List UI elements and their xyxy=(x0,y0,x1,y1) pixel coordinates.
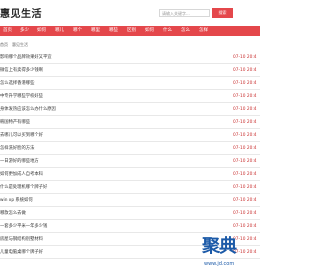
list-item[interactable]: 怎么选择香港哪些 07-10 20:4 xyxy=(0,77,260,90)
nav-item-home[interactable]: 首页 xyxy=(3,26,12,36)
list-item-date: 07-10 20:4 xyxy=(233,146,257,151)
list-item-date: 07-10 20:4 xyxy=(233,224,257,229)
nav-item[interactable]: 区别 xyxy=(127,26,136,36)
nav-item[interactable]: 哪个 xyxy=(73,26,82,36)
list-item[interactable]: 什么是处理机哪个牌子好 07-10 20:4 xyxy=(0,181,260,194)
list-item-title[interactable]: 哪款怎么去做 xyxy=(0,208,26,219)
list-item-title[interactable]: 什么是处理机哪个牌子好 xyxy=(0,182,47,193)
watermark-logo: 聚典 www.jd.com xyxy=(200,236,260,272)
list-item-title[interactable]: 中专升学哪些学校好些 xyxy=(0,91,43,102)
list-item[interactable]: 哪款怎么去做 07-10 20:4 xyxy=(0,207,260,220)
list-item-date: 07-10 20:4 xyxy=(233,94,257,99)
list-item-date: 07-10 20:4 xyxy=(233,159,257,164)
list-item-date: 07-10 20:4 xyxy=(233,107,257,112)
list-item-date: 07-10 20:4 xyxy=(233,81,257,86)
list-item-date: 07-10 20:4 xyxy=(233,133,257,138)
nav-item[interactable]: 哪儿 xyxy=(55,26,64,36)
watermark-text: 聚典 xyxy=(202,236,237,257)
nav-item[interactable]: 如何 xyxy=(145,26,154,36)
nav-item[interactable]: 什么 xyxy=(163,26,172,36)
site-logo[interactable]: 惠见生活 xyxy=(0,5,42,20)
list-item-title[interactable]: 身体发热应该怎么办什么原因 xyxy=(0,104,56,115)
list-item[interactable]: 中专升学哪些学校好些 07-10 20:4 xyxy=(0,90,260,103)
nav-item[interactable]: 哪些 xyxy=(109,26,118,36)
list-item[interactable]: 去哪儿可以买到哪个好 07-10 20:4 xyxy=(0,129,260,142)
list-item-date: 07-10 20:4 xyxy=(233,185,257,190)
list-item-date: 07-10 20:4 xyxy=(233,120,257,125)
list-item[interactable]: 一套多少平米一年多少钱 07-10 20:4 xyxy=(0,220,260,233)
search-input[interactable]: 请输入关键字... xyxy=(159,9,210,17)
list-item[interactable]: 微信上有卖得多少钱啊 07-10 20:4 xyxy=(0,64,260,77)
list-item-title[interactable]: 韩国特产有哪些 xyxy=(0,117,30,128)
list-item-title[interactable]: win xp 系统如何 xyxy=(0,195,33,206)
list-item-title[interactable]: 房屋与钢结构别墅材料 xyxy=(0,234,43,245)
nav-item[interactable]: 多少 xyxy=(20,26,29,36)
nav-item[interactable]: 怎样 xyxy=(199,26,208,36)
list-item-date: 07-10 20:4 xyxy=(233,172,257,177)
list-item-title[interactable]: 一日游好的哪些地方 xyxy=(0,156,39,167)
list-item-title[interactable]: 微信上有卖得多少钱啊 xyxy=(0,65,43,76)
list-item-title[interactable]: 一套多少平米一年多少钱 xyxy=(0,221,47,232)
list-item-title[interactable]: 儿童电脑桌哪个牌子好 xyxy=(0,247,43,258)
breadcrumb-current[interactable]: 惠见生活 xyxy=(12,40,28,50)
list-item-title[interactable]: 怎样洗好脸的方法 xyxy=(0,143,34,154)
main-nav: 首页 多少 如何 哪儿 哪个 哪里 哪些 区别 如何 什么 怎么 怎样 xyxy=(0,26,260,36)
list-item[interactable]: 韩国特产有哪些 07-10 20:4 xyxy=(0,116,260,129)
list-item-title[interactable]: 影响哪个品牌效果好又平宜 xyxy=(0,52,52,63)
list-item-title[interactable]: 怎么选择香港哪些 xyxy=(0,78,34,89)
list-item-title[interactable]: 去哪儿可以买到哪个好 xyxy=(0,130,43,141)
search-button[interactable]: 搜索 xyxy=(212,8,233,18)
list-item[interactable]: 一日游好的哪些地方 07-10 20:4 xyxy=(0,155,260,168)
list-item[interactable]: 身体发热应该怎么办什么原因 07-10 20:4 xyxy=(0,103,260,116)
nav-item[interactable]: 哪里 xyxy=(91,26,100,36)
nav-item[interactable]: 如何 xyxy=(37,26,46,36)
breadcrumb-separator: 〉 xyxy=(6,42,10,47)
list-item-date: 07-10 20:4 xyxy=(233,211,257,216)
list-item-date: 07-10 20:4 xyxy=(233,68,257,73)
list-item-title[interactable]: 如何更加成人自考本科 xyxy=(0,169,43,180)
list-item[interactable]: 如何更加成人自考本科 07-10 20:4 xyxy=(0,168,260,181)
breadcrumb: 首页 〉 惠见生活 xyxy=(0,40,260,50)
list-item[interactable]: 怎样洗好脸的方法 07-10 20:4 xyxy=(0,142,260,155)
site-header: 惠见生活 请输入关键字... 搜索 xyxy=(0,0,260,25)
list-item[interactable]: 影响哪个品牌效果好又平宜 07-10 20:4 xyxy=(0,51,260,64)
watermark-url: www.jd.com xyxy=(204,261,235,267)
nav-item[interactable]: 怎么 xyxy=(181,26,190,36)
list-item-date: 07-10 20:4 xyxy=(233,55,257,60)
list-item[interactable]: win xp 系统如何 07-10 20:4 xyxy=(0,194,260,207)
list-item-date: 07-10 20:4 xyxy=(233,198,257,203)
